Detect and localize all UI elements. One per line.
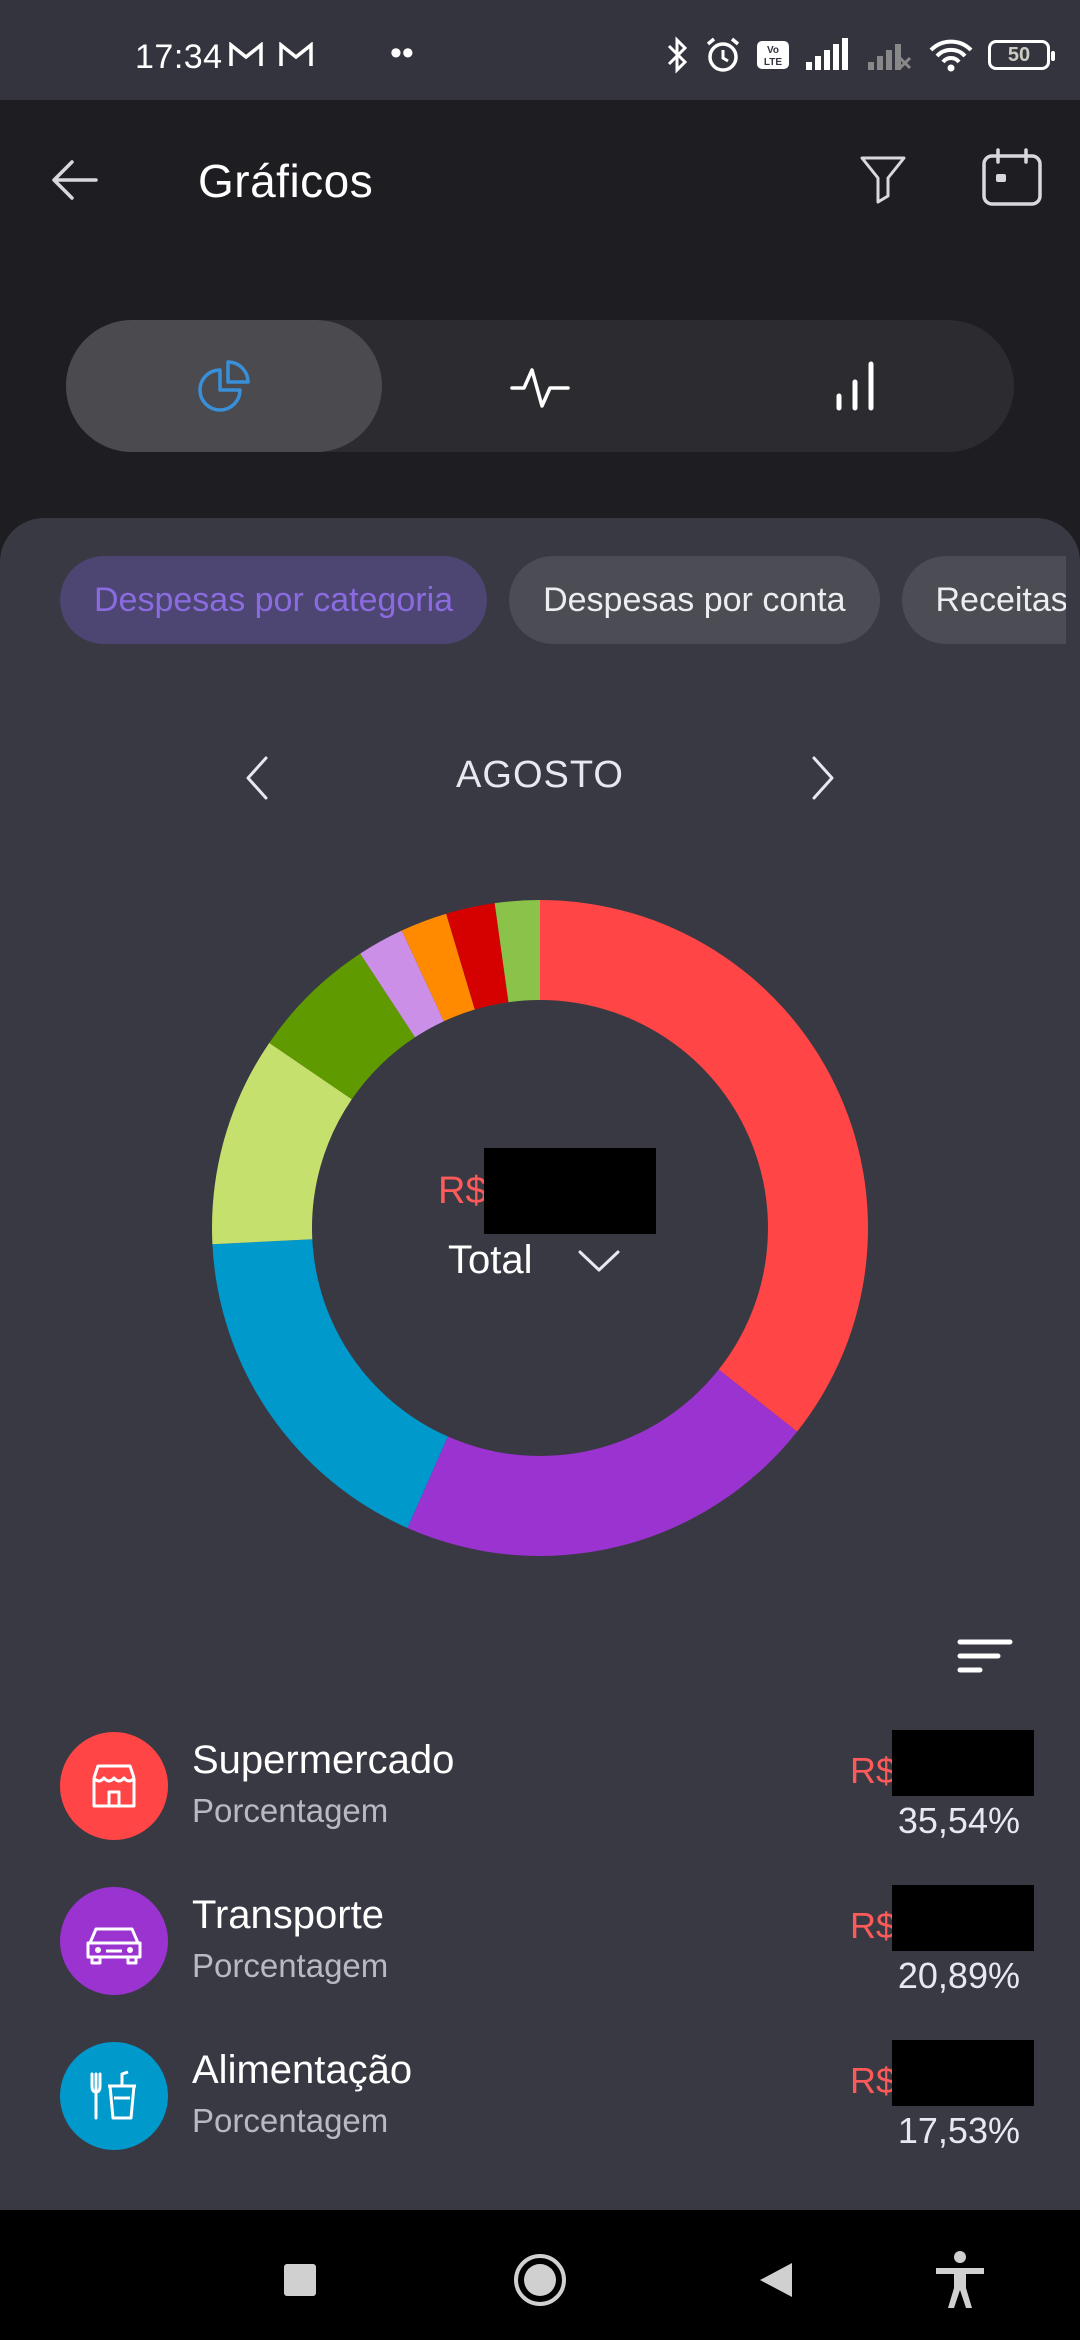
category-amount-redacted <box>892 2040 1034 2106</box>
app-header: Gráficos <box>0 100 1080 260</box>
accessibility-button[interactable] <box>930 2250 990 2310</box>
status-time: 17:34 <box>135 38 223 76</box>
category-currency-prefix: R$ <box>850 2060 897 2101</box>
donut-slice[interactable] <box>212 1239 448 1529</box>
chip-receitas-categoria[interactable]: Receitas por categoria <box>901 556 1066 644</box>
svg-text:Vo: Vo <box>767 45 779 56</box>
list-item[interactable]: Supermercado Porcentagem R$ 35,54% <box>0 1728 1080 1883</box>
category-subtitle: Porcentagem <box>192 1947 389 1984</box>
chip-despesas-categoria[interactable]: Despesas por categoria <box>60 556 488 644</box>
chart-filter-chips: Despesas por categoria Despesas por cont… <box>60 556 1066 646</box>
system-icons: Vo LTE 50 <box>666 36 1055 74</box>
more-notifications-icon: •• <box>390 34 414 72</box>
triangle-back-icon <box>760 2263 792 2297</box>
chart-panel: Despesas por categoria Despesas por cont… <box>0 518 1080 2210</box>
bar-chart-tab[interactable] <box>698 320 1014 452</box>
category-name: Alimentação <box>192 2048 413 2092</box>
home-button[interactable] <box>510 2250 570 2310</box>
donut-chart <box>210 898 870 1558</box>
accessibility-icon <box>936 2251 984 2308</box>
square-icon <box>284 2264 316 2296</box>
system-navigation-bar <box>0 2210 1080 2340</box>
category-list: Supermercado Porcentagem R$ 35,54% Trans… <box>0 1728 1080 2193</box>
calendar-button[interactable] <box>980 148 1044 208</box>
circle-icon <box>514 2254 566 2306</box>
category-currency-prefix: R$ <box>850 1905 897 1946</box>
category-subtitle: Porcentagem <box>192 2102 389 2139</box>
pie-chart-icon <box>198 360 250 412</box>
list-item[interactable]: Transporte Porcentagem R$ 20,89% <box>0 1883 1080 2038</box>
alarm-icon <box>706 37 740 72</box>
car-icon <box>60 1887 168 1995</box>
back-arrow-icon <box>52 160 98 200</box>
page-title: Gráficos <box>198 155 374 207</box>
category-amount-redacted <box>892 1885 1034 1951</box>
line-chart-tab[interactable] <box>382 320 698 452</box>
filter-icon <box>860 156 906 204</box>
volte-icon: VoLTE <box>757 41 789 69</box>
back-button[interactable] <box>48 152 104 208</box>
chart-type-switch <box>66 320 1014 452</box>
bar-chart-icon <box>836 361 874 411</box>
category-name: Supermercado <box>192 1738 455 1782</box>
donut-slice[interactable] <box>407 1369 798 1556</box>
back-nav-button[interactable] <box>746 2250 806 2310</box>
store-icon <box>60 1732 168 1840</box>
category-name: Transporte <box>192 1893 384 1937</box>
line-chart-icon <box>510 368 570 408</box>
gmail-icon <box>279 42 313 66</box>
signal-weak-icon <box>868 44 912 70</box>
next-month-button[interactable] <box>804 748 844 808</box>
category-currency-prefix: R$ <box>850 1750 897 1791</box>
chip-despesas-conta[interactable]: Despesas por conta <box>509 556 880 644</box>
category-percentage: 20,89% <box>897 1955 1020 1996</box>
gmail-icon <box>229 42 263 66</box>
category-amount-redacted <box>892 1730 1034 1796</box>
status-bar: 17:34 •• Vo LTE 50 <box>0 0 1080 100</box>
month-selector: AGOSTO <box>0 728 1080 828</box>
chevron-down-icon[interactable] <box>576 1244 622 1278</box>
pie-chart-tab[interactable] <box>66 320 382 452</box>
wifi-icon <box>929 39 973 72</box>
category-percentage: 35,54% <box>897 1800 1020 1841</box>
calendar-icon <box>982 148 1042 206</box>
chevron-right-icon <box>812 756 834 800</box>
notification-icons <box>228 42 314 68</box>
battery-level: 50 <box>1007 43 1031 66</box>
bluetooth-icon <box>667 36 688 74</box>
category-percentage: 17,53% <box>897 2110 1020 2151</box>
sort-icon <box>957 1639 1013 1673</box>
list-item[interactable]: Alimentação Porcentagem R$ 17,53% <box>0 2038 1080 2193</box>
category-subtitle: Porcentagem <box>192 1792 389 1829</box>
recents-button[interactable] <box>270 2250 330 2310</box>
total-selector[interactable]: Total <box>448 1238 533 1283</box>
food-icon <box>60 2042 168 2150</box>
battery-icon: 50 <box>988 40 1055 70</box>
sort-button[interactable] <box>956 1634 1016 1682</box>
signal-icon <box>806 38 848 70</box>
svg-text:LTE: LTE <box>764 57 782 68</box>
filter-button[interactable] <box>858 150 908 206</box>
donut-slice[interactable] <box>540 900 868 1432</box>
month-label: AGOSTO <box>456 754 624 796</box>
